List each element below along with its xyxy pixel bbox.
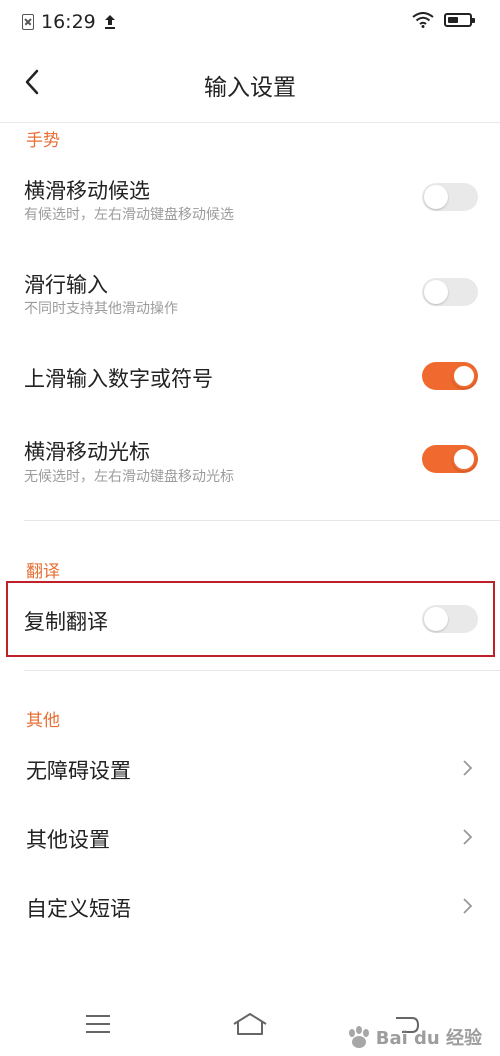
row-title: 无障碍设置: [26, 759, 131, 783]
home-icon[interactable]: [232, 1012, 268, 1036]
setting-row-glide-input[interactable]: 滑行输入 不同时支持其他滑动操作: [0, 256, 500, 332]
row-subtitle: 不同时支持其他滑动操作: [24, 301, 178, 317]
row-title: 横滑移动候选: [24, 179, 150, 203]
row-title: 其他设置: [26, 828, 110, 852]
status-right: [412, 12, 475, 28]
setting-row-horizontal-candidate[interactable]: 横滑移动候选 有候选时，左右滑动键盘移动候选: [0, 162, 500, 238]
page-title: 输入设置: [204, 75, 296, 101]
toggle-switch[interactable]: [422, 183, 478, 211]
setting-row-other-settings[interactable]: 其他设置: [0, 807, 500, 867]
row-title: 滑行输入: [24, 273, 108, 297]
section-divider: [24, 670, 500, 671]
paw-logo-icon: [348, 1026, 369, 1048]
chevron-right-icon: [463, 898, 473, 914]
row-title: 上滑输入数字或符号: [24, 367, 213, 391]
battery-icon: [444, 13, 475, 27]
setting-row-swipe-up-number[interactable]: 上滑输入数字或符号: [0, 346, 500, 406]
toggle-switch[interactable]: [422, 278, 478, 306]
chevron-right-icon: [463, 760, 473, 776]
toggle-switch[interactable]: [422, 445, 478, 473]
watermark-text: Bai du 经验: [375, 1028, 482, 1049]
section-title-gesture: 手势: [26, 131, 60, 151]
section-title-translate: 翻译: [26, 562, 60, 582]
toggle-switch[interactable]: [422, 362, 478, 390]
no-sim-icon: [22, 14, 34, 30]
chevron-right-icon: [463, 829, 473, 845]
highlight-box: [6, 581, 495, 657]
toggle-knob: [424, 280, 448, 304]
toggle-knob: [424, 185, 448, 209]
setting-row-custom-phrases[interactable]: 自定义短语: [0, 876, 500, 936]
navigation-bar: Bai du 经验: [0, 996, 500, 1056]
wifi-icon: [412, 12, 434, 28]
section-divider: [24, 520, 500, 521]
row-title: 横滑移动光标: [24, 440, 150, 464]
watermark: Bai du 经验: [346, 1024, 482, 1050]
status-bar: 16:29: [0, 0, 500, 44]
status-left: 16:29: [22, 11, 117, 33]
toggle-knob: [452, 447, 476, 471]
menu-icon[interactable]: [86, 1014, 110, 1034]
setting-row-horizontal-cursor[interactable]: 横滑移动光标 无候选时，左右滑动键盘移动光标: [0, 424, 500, 500]
title-bar: 输入设置: [0, 44, 500, 123]
status-time: 16:29: [41, 11, 96, 33]
toggle-knob: [452, 364, 476, 388]
row-subtitle: 有候选时，左右滑动键盘移动候选: [24, 207, 234, 223]
battery-level: [448, 17, 458, 23]
row-title: 自定义短语: [26, 897, 131, 921]
row-subtitle: 无候选时，左右滑动键盘移动光标: [24, 469, 234, 485]
section-title-other: 其他: [26, 711, 60, 731]
setting-row-accessibility[interactable]: 无障碍设置: [0, 738, 500, 798]
upload-icon: [104, 15, 115, 29]
